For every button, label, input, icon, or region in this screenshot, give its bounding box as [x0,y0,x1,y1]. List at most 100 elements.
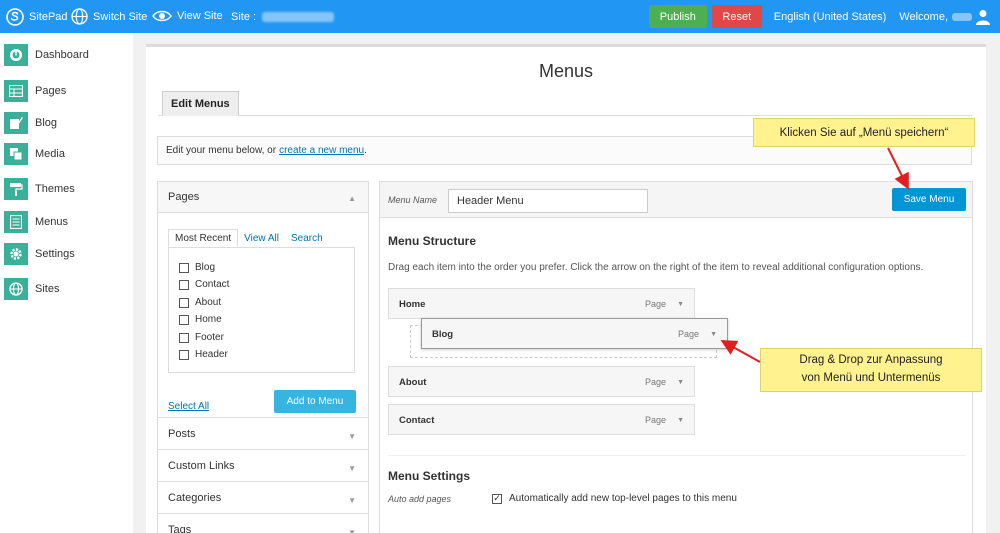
sidebar-item-media[interactable]: Media [4,143,65,165]
user-icon [976,9,990,25]
pages-checklist: Blog Contact About Home Footer Header [168,247,355,373]
menu-item-contact[interactable]: Contact Page ▼ [388,404,695,435]
username-redacted [952,12,972,21]
create-menu-link[interactable]: create a new menu [279,145,364,156]
menu-name-input[interactable]: Header Menu [448,189,648,213]
sidebar: Dashboard Pages Blog Media Themes Menus … [0,33,133,533]
page-label: Home [195,314,222,325]
tab-most-recent[interactable]: Most Recent [168,229,239,247]
reset-button[interactable]: Reset [711,5,762,28]
sidebar-item-themes[interactable]: Themes [4,178,75,200]
media-icon [4,143,28,165]
sidebar-item-blog[interactable]: Blog [4,112,57,134]
expand-arrow-icon[interactable]: ▼ [677,379,684,386]
sidebar-item-pages[interactable]: Pages [4,80,66,102]
brand-name: SitePad [29,11,68,23]
checkbox[interactable] [179,262,189,273]
pages-accordion-body: Most Recent View All Search Blog Contact… [158,213,368,418]
dashboard-icon [4,44,28,66]
tab-search[interactable]: Search [285,229,329,247]
drag-hint-line-1: Drag & Drop zur Anpassung [799,354,943,366]
pages-accordion-header[interactable]: Pages ▲ [158,182,368,213]
menu-structure-desc: Drag each item into the order you prefer… [388,262,924,273]
save-menu-button[interactable]: Save Menu [892,188,966,211]
menu-item-title: Contact [399,415,435,426]
sidebar-item-label: Media [35,148,65,160]
eye-icon [152,8,172,24]
page-label: Blog [195,262,216,273]
list-item[interactable]: Blog [179,262,215,273]
blog-icon [4,112,28,134]
sidebar-item-label: Sites [35,283,60,295]
tab-view-all[interactable]: View All [238,229,285,247]
menus-icon [4,211,28,233]
sidebar-item-menus[interactable]: Menus [4,211,68,233]
pages-icon [4,80,28,102]
tags-accordion-header[interactable]: Tags ▼ [158,514,368,533]
checkbox-checked[interactable]: ✓ [492,493,502,504]
menu-structure-title: Menu Structure [388,234,477,248]
checkbox[interactable] [179,279,189,290]
gear-icon [4,243,28,265]
save-hint-callout: Klicken Sie auf „Menü speichern“ [753,118,975,147]
sidebar-item-label: Blog [35,117,58,129]
list-item[interactable]: Contact [179,279,229,290]
menu-item-type: Page [644,415,666,425]
expand-arrow-icon[interactable]: ▼ [677,301,684,308]
menu-items-panel: Pages ▲ Most Recent View All Search Blog… [157,181,369,533]
switch-site-link[interactable]: Switch Site [71,8,147,25]
welcome-user[interactable]: Welcome, [899,9,1000,25]
sidebar-item-settings[interactable]: Settings [4,243,75,265]
sidebar-item-label: Pages [35,85,67,97]
menu-item-title: Home [399,299,426,310]
menu-item-home[interactable]: Home Page ▼ [388,288,695,319]
section-label: Tags [168,523,192,533]
menu-name-label: Menu Name [388,195,438,205]
page-label: About [195,297,222,308]
globe-icon [71,8,88,25]
expand-arrow-icon[interactable]: ▼ [710,331,717,338]
brand-link[interactable]: SitePad [6,8,68,26]
paint-roller-icon [4,178,28,200]
drag-hint-line-2: von Menü und Untermenüs [801,371,941,384]
language-selector[interactable]: English (United States) [774,11,887,23]
expand-arrow-icon[interactable]: ▼ [677,417,684,424]
section-label: Posts [168,427,196,440]
auto-add-option[interactable]: ✓ Automatically add new top-level pages … [492,493,737,504]
publish-button[interactable]: Publish [648,5,707,28]
tab-edit-menus[interactable]: Edit Menus [162,91,239,116]
sitepad-logo-icon [6,8,24,26]
caret-down-icon: ▼ [348,528,356,533]
pages-subtabs: Most Recent View All Search [168,229,329,247]
sidebar-item-sites[interactable]: Sites [4,278,59,300]
section-label: Custom Links [168,459,235,472]
menu-item-title: About [399,377,427,388]
menu-item-type: Page [644,377,666,387]
checkbox[interactable] [179,314,189,325]
sidebar-item-dashboard[interactable]: Dashboard [4,44,89,66]
sidebar-item-label: Menus [35,216,69,228]
custom-links-accordion-header[interactable]: Custom Links ▼ [158,450,368,482]
list-item[interactable]: Header [179,349,228,360]
checkbox[interactable] [179,349,189,360]
settings-divider [388,455,966,456]
menu-item-type: Page [677,329,699,339]
add-to-menu-button[interactable]: Add to Menu [274,390,356,413]
checkbox[interactable] [179,297,189,308]
list-item[interactable]: Home [179,314,222,325]
categories-accordion-header[interactable]: Categories ▼ [158,482,368,514]
welcome-label: Welcome, [899,10,948,23]
caret-down-icon: ▼ [348,464,356,473]
menu-editor-header: Menu Name Header Menu Save Menu [380,182,972,218]
list-item[interactable]: Footer [179,332,224,343]
posts-accordion-header[interactable]: Posts ▼ [158,418,368,450]
checkbox[interactable] [179,332,189,343]
menu-item-about[interactable]: About Page ▼ [388,366,695,397]
menu-item-blog[interactable]: Blog Page ▼ [421,318,728,349]
sidebar-item-label: Dashboard [35,49,89,61]
view-site-link[interactable]: View Site [152,8,223,24]
list-item[interactable]: About [179,297,221,308]
globe-icon [4,278,28,300]
select-all-link[interactable]: Select All [168,401,209,412]
drag-hint-callout: Drag & Drop zur Anpassung von Menü und U… [760,348,982,392]
